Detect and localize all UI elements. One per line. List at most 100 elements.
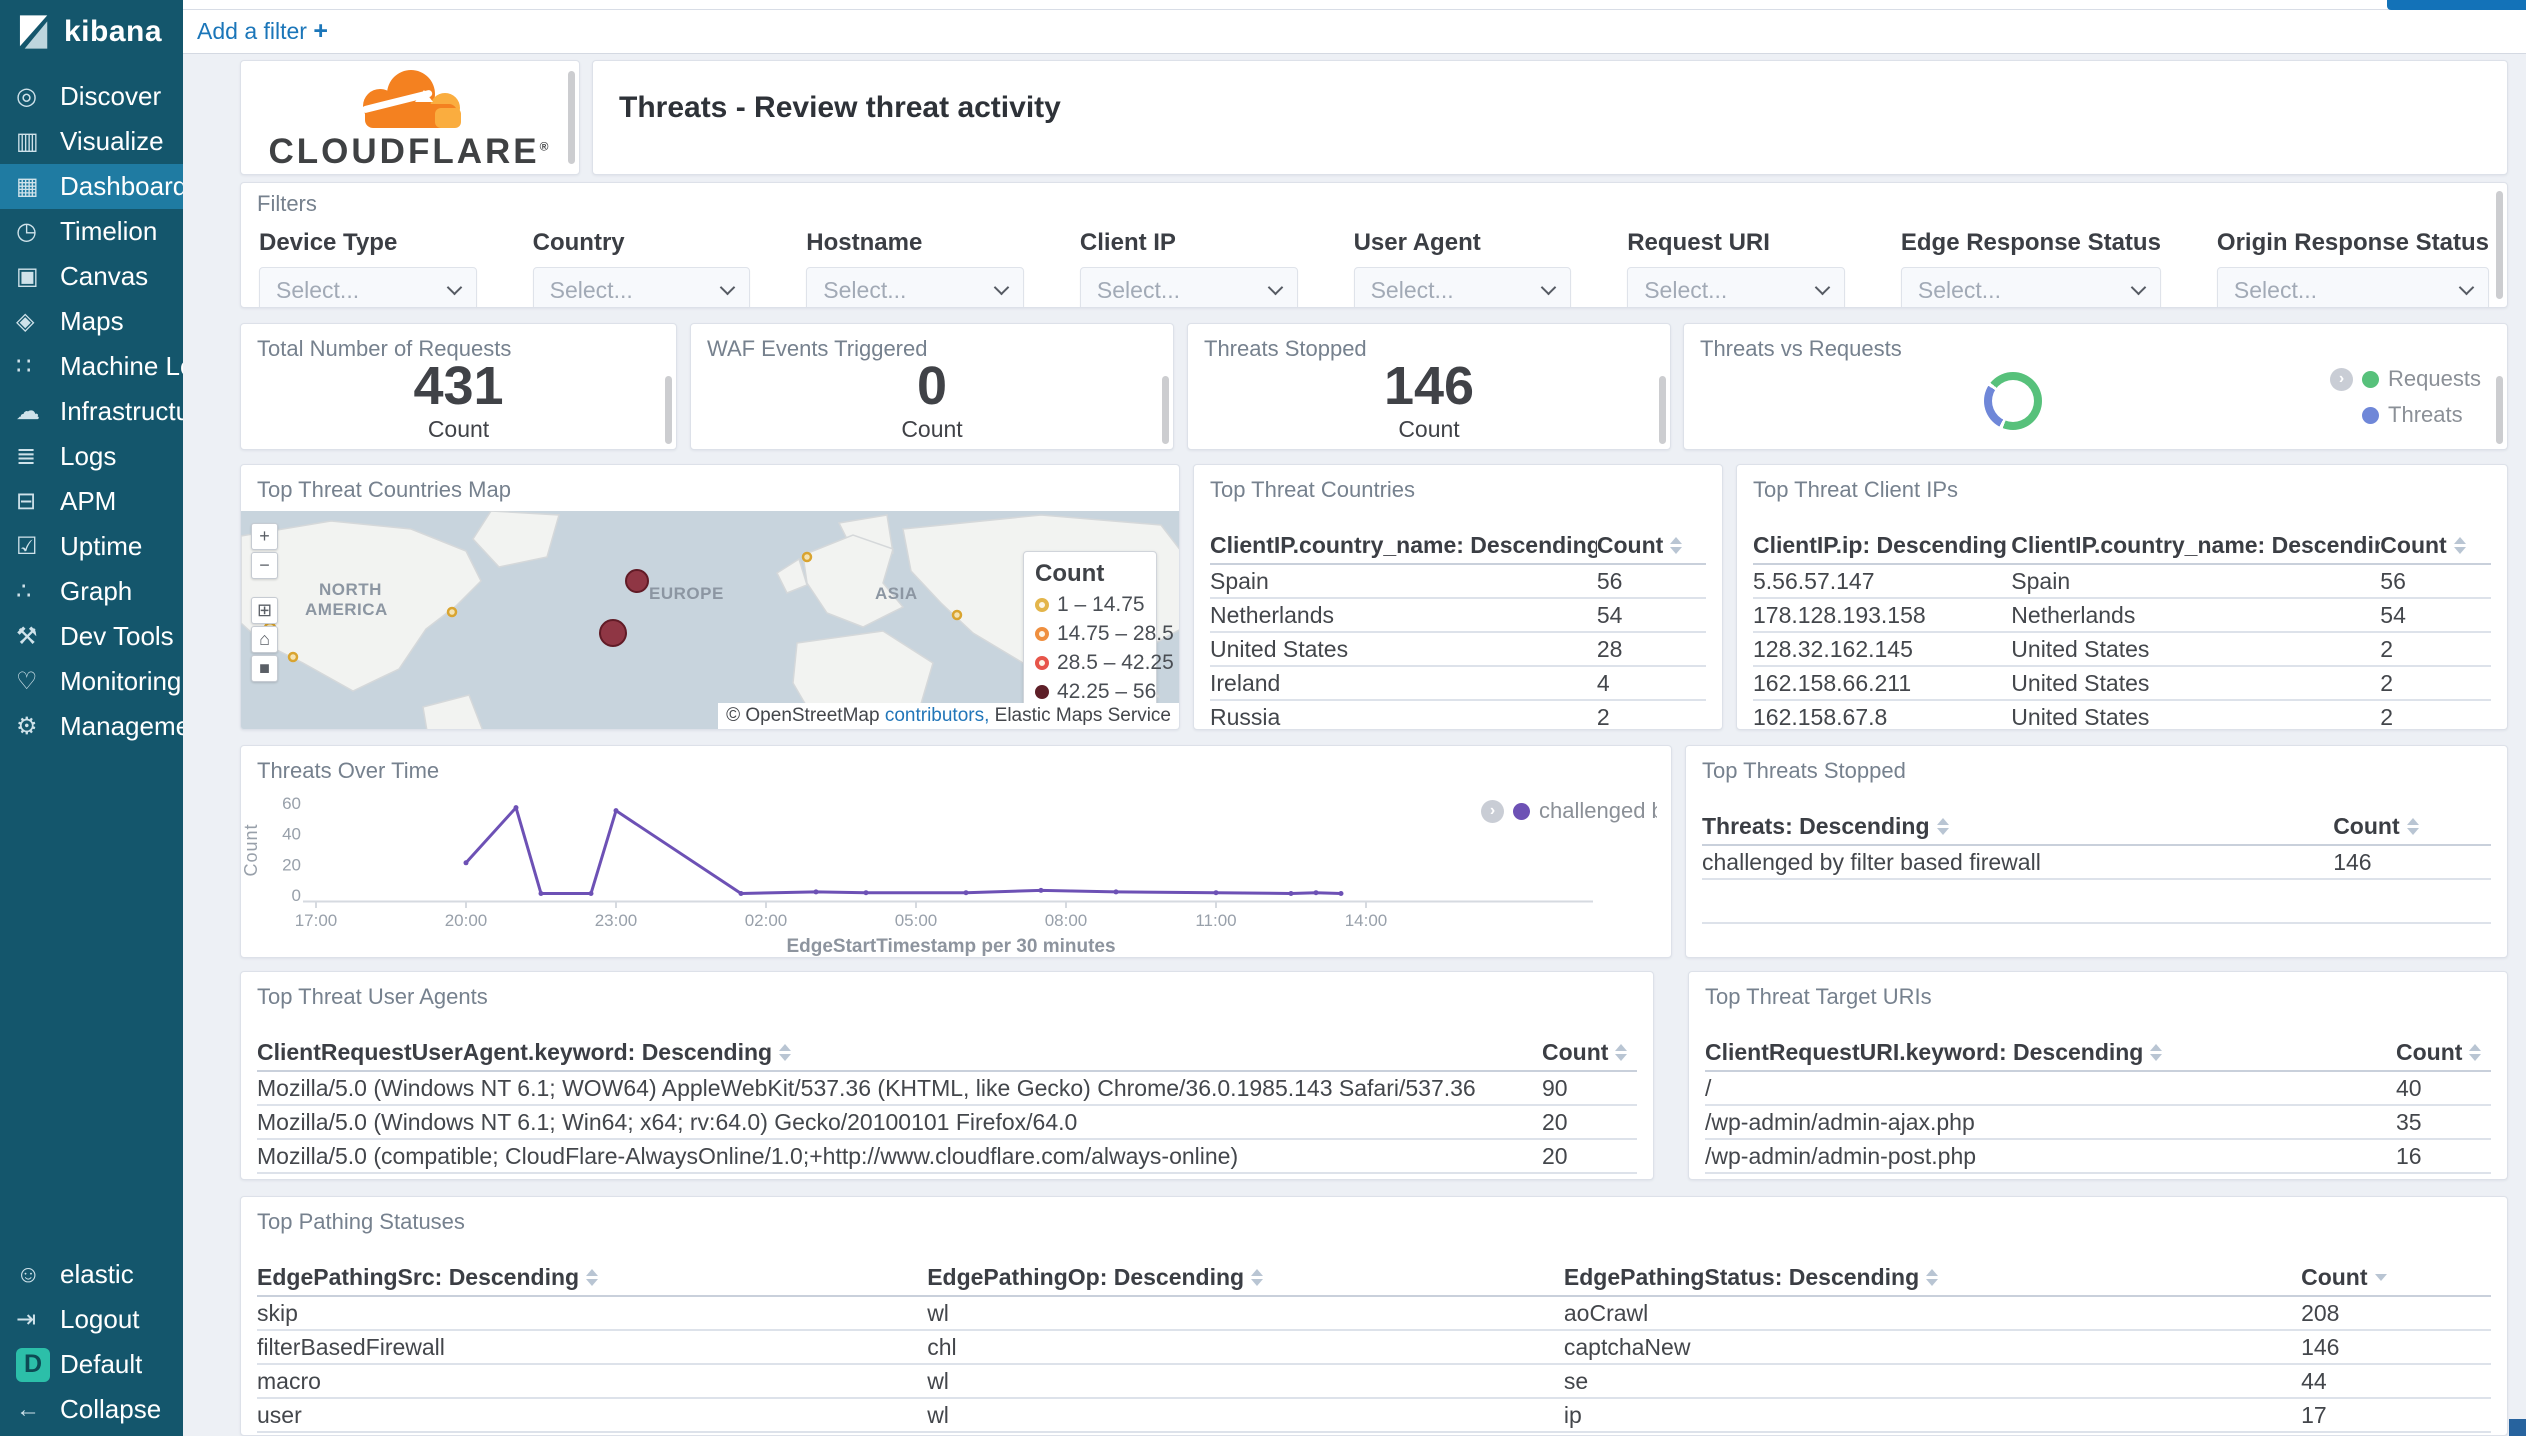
filter-label: User Agent	[1353, 229, 1481, 256]
sidebar-item[interactable]: ▦ Dashboard	[0, 164, 183, 209]
sidebar-item[interactable]: ☁ Infrastructure	[0, 389, 183, 434]
map-zoom-in-button[interactable]: +	[251, 523, 278, 550]
sidebar-item[interactable]: ▣ Canvas	[0, 254, 183, 299]
column-header[interactable]: Count	[1542, 1039, 1637, 1066]
column-header[interactable]: EdgePathingSrc: Descending	[257, 1264, 927, 1291]
column-header[interactable]: Count	[2333, 813, 2491, 840]
sidebar-item[interactable]: ⚒ Dev Tools	[0, 614, 183, 659]
table-row[interactable]: Netherlands 54	[1210, 599, 1706, 633]
panel-scrollbar[interactable]	[2496, 191, 2503, 299]
sidebar-item-icon: ⊟	[16, 487, 37, 515]
column-header[interactable]: ClientIP.country_name: Descending	[2011, 532, 2380, 559]
column-header[interactable]: ClientRequestURI.keyword: Descending	[1705, 1039, 2396, 1066]
table-row[interactable]: challenged by filter based firewall 146	[1702, 846, 2491, 880]
column-header[interactable]: Count	[2380, 532, 2491, 559]
panel-title: Top Threat Target URIs	[1705, 984, 1932, 1009]
world-map[interactable]: NORTH AMERICA EUROPE ASIA + − ⊞ ⌂ ■ Coun…	[241, 511, 1179, 729]
filter-select[interactable]: Select...	[259, 267, 477, 307]
table-row[interactable]: 178.128.193.158 Netherlands 54	[1753, 599, 2491, 633]
add-filter-link[interactable]: Add a filter +	[197, 17, 328, 46]
table-row[interactable]: Spain 56	[1210, 565, 1706, 599]
table-row[interactable]: Mozilla/5.0 (Windows NT 6.1; WOW64) Appl…	[257, 1072, 1637, 1106]
sidebar-item[interactable]: ⊟ APM	[0, 479, 183, 524]
sidebar-item[interactable]: ◈ Maps	[0, 299, 183, 344]
sidebar-item[interactable]: ▥ Visualize	[0, 119, 183, 164]
panel-filters: Filters Device Type Select... Country Se…	[240, 182, 2508, 308]
column-header[interactable]: Count	[2301, 1264, 2491, 1291]
table-row[interactable]: user wl ip 17	[257, 1399, 2491, 1433]
sidebar-item[interactable]: ☑ Uptime	[0, 524, 183, 569]
legend-label[interactable]: Requests	[2388, 366, 2481, 392]
table-row[interactable]: /wp-admin/admin-post.php 16	[1705, 1140, 2491, 1174]
sidebar-item-collapse[interactable]: ← Collapse	[0, 1387, 183, 1432]
table-row[interactable]: / 40	[1705, 1072, 2491, 1106]
threats-vs-requests-donut[interactable]	[1984, 372, 2042, 430]
table-row[interactable]: Mozilla/5.0 (compatible; CloudFlare-Alwa…	[257, 1140, 1637, 1174]
update-button-fragment[interactable]	[2387, 0, 2526, 10]
map-polygon-tool-button[interactable]: ⌂	[251, 626, 278, 653]
filter-select[interactable]: Select...	[2216, 267, 2489, 307]
table-row[interactable]: skip wl aoCrawl 208	[257, 1297, 2491, 1331]
map-label-europe: EUROPE	[649, 584, 724, 603]
sidebar-item[interactable]: ◷ Timelion	[0, 209, 183, 254]
column-header[interactable]: EdgePathingStatus: Descending	[1564, 1264, 2301, 1291]
map-rectangle-tool-button[interactable]: ■	[251, 655, 278, 682]
table-row[interactable]: Russia 2	[1210, 701, 1706, 730]
column-header[interactable]: Threats: Descending	[1702, 813, 2333, 840]
table-row[interactable]: Mozilla/5.0 (compatible; MSIE 9.0; Windo…	[257, 1174, 1637, 1180]
filter-select[interactable]: Select...	[806, 267, 1024, 307]
table-row[interactable]: 5.56.57.147 Spain 56	[1753, 565, 2491, 599]
column-header[interactable]: Count	[2396, 1039, 2491, 1066]
sidebar-item[interactable]: ⚙ Management	[0, 704, 183, 749]
kibana-logo[interactable]: kibana	[0, 0, 183, 64]
legend-label[interactable]: challenged b...	[1539, 798, 1657, 824]
filter-label: Device Type	[259, 229, 398, 256]
column-header[interactable]: EdgePathingOp: Descending	[927, 1264, 1564, 1291]
table-row[interactable]: United States 28	[1210, 633, 1706, 667]
table-row[interactable]: 128.32.162.145 United States 2	[1753, 633, 2491, 667]
column-header[interactable]: Count	[1597, 532, 1706, 559]
dashboard-title: Threats - Review threat activity	[619, 91, 1061, 124]
panel-scrollbar[interactable]	[1659, 376, 1666, 444]
filter-select[interactable]: Select...	[1900, 267, 2161, 307]
sidebar-item[interactable]: ◎ Discover	[0, 74, 183, 119]
table-row[interactable]: filterBasedFirewall chl captchaNew 146	[257, 1331, 2491, 1365]
sort-icon	[2150, 1043, 2163, 1061]
legend-expand-icon[interactable]: ›	[2330, 367, 2354, 391]
table-row[interactable]: Ireland 4	[1210, 667, 1706, 701]
table-row[interactable]: Mozilla/5.0 (Windows NT 6.1; Win64; x64;…	[257, 1106, 1637, 1140]
threats-over-time-chart[interactable]: 0 20 40 60 17:00 20:00 23:00 02:00 05:00 08:00 11:…	[241, 746, 1672, 958]
sidebar-item-logout[interactable]: ⇥ Logout	[0, 1297, 183, 1342]
table-row[interactable]: /wp-admin/admin-ajax.php 35	[1705, 1106, 2491, 1140]
filter-placeholder: Select...	[1370, 276, 1454, 303]
filter-select[interactable]: Select...	[1353, 267, 1572, 307]
sidebar-item-user[interactable]: ☺ elastic	[0, 1252, 183, 1297]
sidebar-item[interactable]: ≣ Logs	[0, 434, 183, 479]
legend-label[interactable]: Threats	[2388, 402, 2463, 428]
filter-select[interactable]: Select...	[1079, 267, 1298, 307]
panel-scrollbar[interactable]	[1162, 376, 1169, 444]
sidebar-item[interactable]: ∴ Graph	[0, 569, 183, 614]
map-zoom-out-button[interactable]: −	[251, 552, 278, 579]
filter-select[interactable]: Select...	[532, 267, 751, 307]
sidebar-item[interactable]: ♡ Monitoring	[0, 659, 183, 704]
map-crop-tool-button[interactable]: ⊞	[251, 597, 278, 624]
sidebar-item-icon: ⚒	[16, 622, 38, 650]
attribution-link[interactable]: contributors,	[885, 705, 990, 726]
table-row[interactable]: 162.158.66.211 United States 2	[1753, 667, 2491, 701]
column-header[interactable]: ClientRequestUserAgent.keyword: Descendi…	[257, 1039, 1542, 1066]
table-row[interactable]: 162.158.67.8 United States 2	[1753, 701, 2491, 730]
table-row[interactable]: macro wl se 44	[257, 1365, 2491, 1399]
panel-scrollbar[interactable]	[568, 71, 575, 164]
panel-scrollbar[interactable]	[2496, 376, 2503, 444]
filter-placeholder: Select...	[1644, 276, 1728, 303]
table-row[interactable]: /wp-admin/admin-ajax.php?action=update_z…	[1705, 1174, 2491, 1180]
filter-select[interactable]: Select...	[1627, 267, 1845, 307]
column-header[interactable]: ClientIP.country_name: Descending	[1210, 532, 1597, 559]
sidebar-item-space-default[interactable]: D Default	[0, 1342, 183, 1387]
column-header[interactable]: ClientIP.ip: Descending	[1753, 532, 2011, 559]
legend-expand-icon[interactable]: ›	[1481, 799, 1504, 823]
panel-scrollbar[interactable]	[665, 376, 672, 444]
sidebar-item[interactable]: ∷ Machine Le...	[0, 344, 183, 389]
sort-icon	[1251, 1268, 1264, 1286]
